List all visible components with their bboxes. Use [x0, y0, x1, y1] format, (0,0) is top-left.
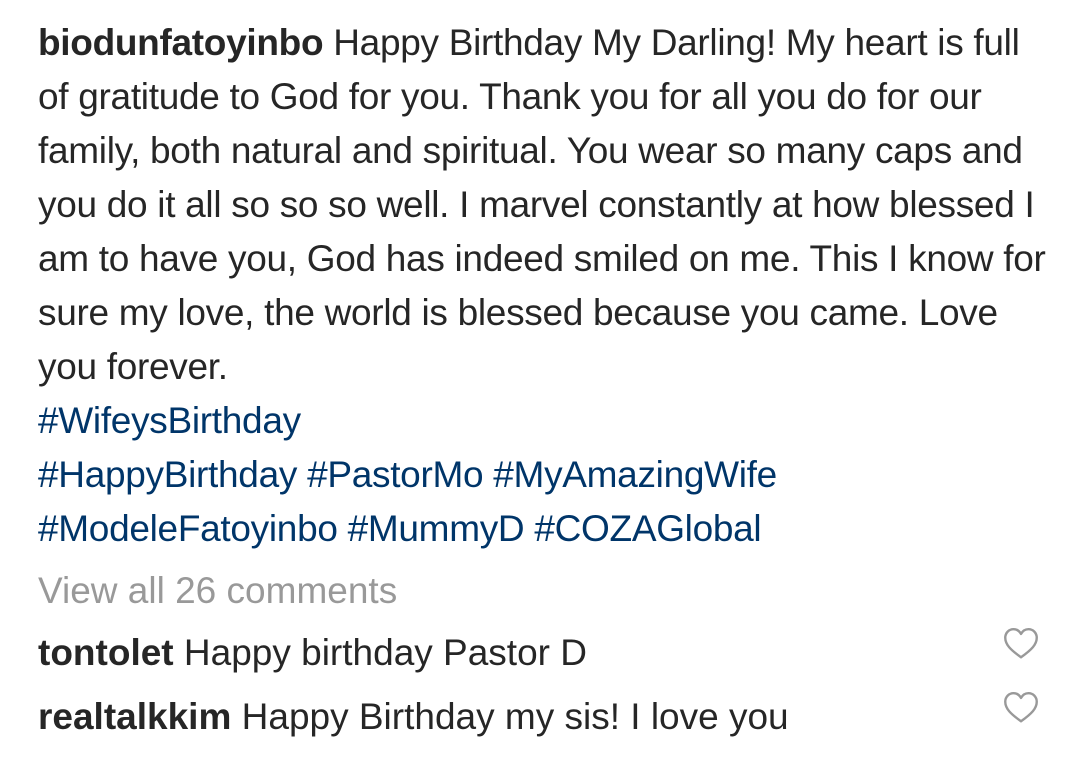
view-all-comments-link[interactable]: View all 26 comments	[38, 566, 397, 616]
hashtag-link[interactable]: #MyAmazingWife	[493, 454, 777, 495]
hashtag-link[interactable]: #MummyD	[348, 508, 525, 549]
like-comment-button[interactable]	[1003, 626, 1039, 660]
hashtag-link[interactable]: #PastorMo	[307, 454, 484, 495]
post-author-username[interactable]: biodunfatoyinbo	[38, 22, 324, 63]
comment-text: Happy birthday Pastor D	[183, 632, 587, 673]
comment-username[interactable]: realtalkkim	[38, 696, 231, 737]
hashtag-link[interactable]: #HappyBirthday	[38, 454, 297, 495]
heart-outline-icon	[1004, 692, 1038, 723]
hashtag-link[interactable]: #COZAGlobal	[534, 508, 761, 549]
comment-text: Happy Birthday my sis! I love you	[241, 696, 789, 737]
heart-outline-icon	[1004, 628, 1038, 659]
comment-item: tontolet Happy birthday Pastor D	[38, 628, 998, 678]
hashtag-link[interactable]: #WifeysBirthday	[38, 400, 301, 441]
hashtag-link[interactable]: #ModeleFatoyinbo	[38, 508, 338, 549]
comment-username[interactable]: tontolet	[38, 632, 174, 673]
post-caption: biodunfatoyinbo Happy Birthday My Darlin…	[38, 16, 1058, 556]
like-comment-button[interactable]	[1003, 690, 1039, 724]
comment-item: realtalkkim Happy Birthday my sis! I lov…	[38, 692, 998, 742]
caption-text: Happy Birthday My Darling! My heart is f…	[38, 22, 1046, 387]
